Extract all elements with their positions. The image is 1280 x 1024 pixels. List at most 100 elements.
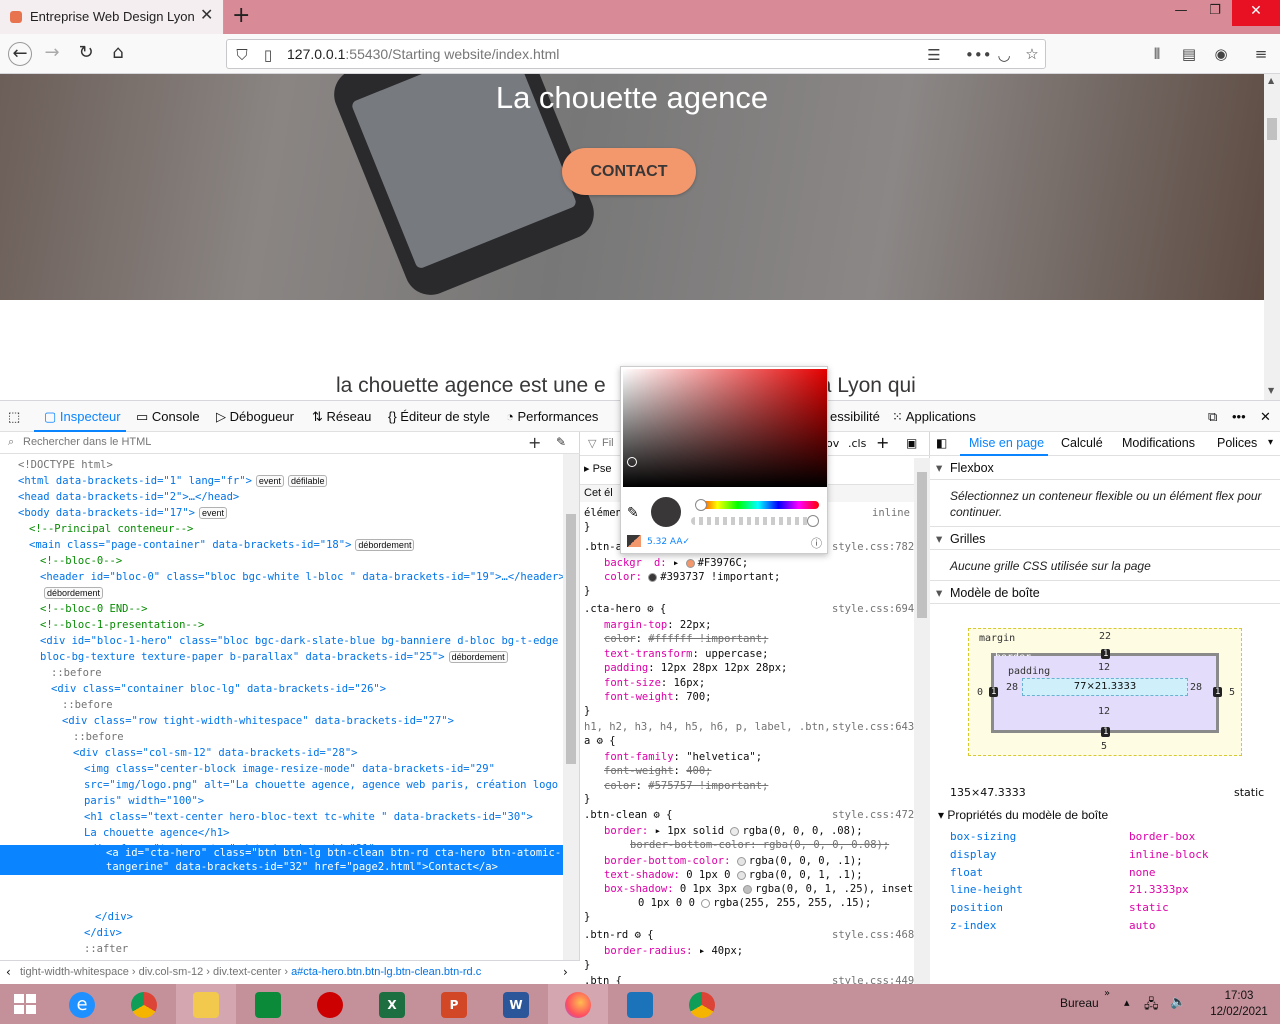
eyedropper-icon[interactable]: ✎ <box>627 505 639 521</box>
grids-section[interactable]: Grilles <box>930 526 1280 551</box>
account-icon[interactable]: ◉ <box>1210 45 1232 63</box>
new-tab-button[interactable]: + <box>232 3 250 28</box>
css-declaration[interactable]: font-size: 16px; <box>604 676 705 690</box>
rule-btn-clean-source[interactable]: style.css:472 <box>832 808 914 822</box>
element-picker-icon[interactable]: ⬚ <box>8 409 20 425</box>
markup-badge[interactable]: débordement <box>448 651 508 663</box>
window-close-icon[interactable]: ✕ <box>1232 0 1280 26</box>
alpha-slider[interactable] <box>691 515 819 527</box>
breadcrumb-item-1[interactable]: tight-width-whitespace <box>20 966 129 978</box>
bm-padding-top[interactable]: 12 <box>1098 662 1110 673</box>
rule-cta-hero-source[interactable]: style.css:694 <box>832 602 914 616</box>
bm-border-bottom[interactable]: 1 <box>1101 727 1111 737</box>
bm-margin-right[interactable]: 5 <box>1229 687 1235 698</box>
chrome-icon[interactable] <box>114 984 174 1024</box>
tab-inspector[interactable]: ▢ Inspecteur <box>44 409 121 425</box>
tab-console[interactable]: ▭ Console <box>136 409 200 425</box>
tab-close-icon[interactable]: ✕ <box>200 5 213 24</box>
sidebar-icon[interactable]: ▤ <box>1178 45 1200 63</box>
volume-icon[interactable]: 🔈 <box>1170 995 1186 1010</box>
rule-reset-source[interactable]: style.css:643 <box>832 720 914 734</box>
powerpoint-icon[interactable]: P <box>424 984 484 1024</box>
devtools-menu-icon[interactable]: ••• <box>1232 409 1246 424</box>
box-props-section[interactable]: ▾ Propriétés du modèle de boîte <box>938 808 1108 822</box>
file-explorer-icon[interactable] <box>176 984 236 1024</box>
power-app-icon[interactable] <box>300 984 360 1024</box>
rules-filter[interactable]: Fil <box>602 437 614 449</box>
firefox-icon[interactable] <box>548 984 608 1024</box>
css-declaration[interactable]: color: #ffffff !important; <box>604 632 768 646</box>
markup-node[interactable]: <head data-brackets-id="2">…</head> <box>18 490 239 504</box>
reload-icon[interactable]: ↻ <box>74 42 98 66</box>
markup-node[interactable]: <img class="center-block image-resize-mo… <box>84 762 495 776</box>
excel-icon[interactable]: X <box>362 984 422 1024</box>
menu-icon[interactable]: ≡ <box>1250 45 1272 63</box>
tab-layout[interactable]: Mise en page <box>969 436 1044 450</box>
tab-performance[interactable]: ◔ Performances <box>506 409 598 424</box>
clock[interactable]: 17:03 12/02/2021 <box>1206 988 1272 1020</box>
browser-tab[interactable]: Entreprise Web Design Lyon La chouette a… <box>0 0 224 34</box>
tab-accessibility[interactable]: essibilité <box>830 409 880 424</box>
breadcrumb-right-icon[interactable]: › <box>563 965 568 979</box>
more-tabs-icon[interactable]: ▾ <box>1268 437 1273 448</box>
breadcrumb-item-3[interactable]: div.text-center <box>213 966 281 978</box>
boxmodel-section[interactable]: Modèle de boîte <box>930 580 1280 605</box>
page-info-icon[interactable]: ▯ <box>257 46 279 64</box>
minimize-icon[interactable]: — <box>1164 0 1198 26</box>
contrast-info-icon[interactable]: ⓘ <box>811 535 822 551</box>
css-declaration[interactable]: font-weight: 400; <box>604 764 712 778</box>
devtools-close-icon[interactable]: ✕ <box>1260 409 1271 425</box>
eyedropper-icon[interactable]: ✎ <box>556 435 566 449</box>
tab-computed[interactable]: Calculé <box>1061 436 1103 450</box>
css-declaration[interactable]: color: #575757 !important; <box>604 779 768 793</box>
back-icon[interactable]: ← <box>8 42 32 66</box>
bm-border-left[interactable]: 1 <box>989 687 999 697</box>
desktop-toolbar[interactable]: Bureau <box>1060 996 1099 1010</box>
markup-node[interactable]: La chouette agence</h1> <box>84 826 229 840</box>
print-icon[interactable]: ▣ <box>906 436 917 450</box>
bg-color-swatch[interactable] <box>685 558 695 568</box>
markup-node[interactable]: <header id="bloc-0" class="bloc bgc-whit… <box>40 570 565 584</box>
markup-node[interactable]: ::before <box>51 666 102 680</box>
cta-contact-button[interactable]: Contact <box>562 148 696 195</box>
markup-node[interactable]: <div class="row tight-width-whitespace" … <box>62 714 454 728</box>
shield-icon[interactable]: ⛉ <box>231 46 253 64</box>
markup-node[interactable]: paris" width="100"> <box>84 794 204 808</box>
add-node-icon[interactable]: + <box>528 433 541 452</box>
rule-btn-rd-source[interactable]: style.css:468 <box>832 928 914 942</box>
rule-btn-source[interactable]: style.css:449 <box>832 974 914 984</box>
bm-padding-left[interactable]: 28 <box>1006 682 1018 693</box>
start-button[interactable] <box>0 984 50 1024</box>
markup-badge[interactable]: débordement <box>355 539 415 551</box>
bm-margin-bottom[interactable]: 5 <box>1101 741 1107 752</box>
markup-node[interactable]: débordement <box>40 586 104 600</box>
tab-debugger[interactable]: ▷ Débogueur <box>216 409 294 425</box>
css-declaration[interactable]: font-family: "helvetica"; <box>604 750 762 764</box>
markup-node[interactable]: src="img/logo.png" alt="La chouette agen… <box>84 778 558 792</box>
restore-icon[interactable]: ❐ <box>1198 0 1232 26</box>
markup-node[interactable]: <html data-brackets-id="1" lang="fr"> eve… <box>18 474 328 488</box>
page-scrollbar[interactable]: ▲ ▼ <box>1264 74 1280 400</box>
cls-toggle[interactable]: .cls <box>848 437 866 450</box>
flexbox-section[interactable]: Flexbox <box>930 456 1280 480</box>
markup-node[interactable]: ::before <box>73 730 124 744</box>
ie-icon[interactable]: e <box>52 984 112 1024</box>
bm-padding-right[interactable]: 28 <box>1190 682 1202 693</box>
color-picker-handle[interactable] <box>627 457 637 467</box>
bm-border-right[interactable]: 1 <box>1213 687 1223 697</box>
css-declaration[interactable]: padding: 12px 28px 12px 28px; <box>604 661 787 675</box>
page-actions-icon[interactable]: ••• <box>965 46 992 64</box>
tab-network[interactable]: ⇅ Réseau <box>312 409 371 425</box>
bm-margin-top[interactable]: 22 <box>1099 631 1111 642</box>
pseudo-section[interactable]: ▸ Pse <box>584 462 612 476</box>
tray-chevron-icon[interactable]: ▴ <box>1124 996 1130 1009</box>
toolbar-expand-icon[interactable]: » <box>1104 988 1110 999</box>
brackets-icon[interactable] <box>610 984 670 1024</box>
rules-scroll-thumb[interactable] <box>917 472 927 618</box>
markup-scroll-thumb[interactable] <box>566 514 576 764</box>
markup-scrollbar[interactable] <box>563 454 579 960</box>
markup-node[interactable]: <!--bloc-0 END--> <box>40 602 147 616</box>
tab-changes[interactable]: Modifications <box>1122 436 1195 450</box>
forward-icon[interactable]: → <box>40 42 64 66</box>
color-saturation-area[interactable] <box>623 369 827 487</box>
